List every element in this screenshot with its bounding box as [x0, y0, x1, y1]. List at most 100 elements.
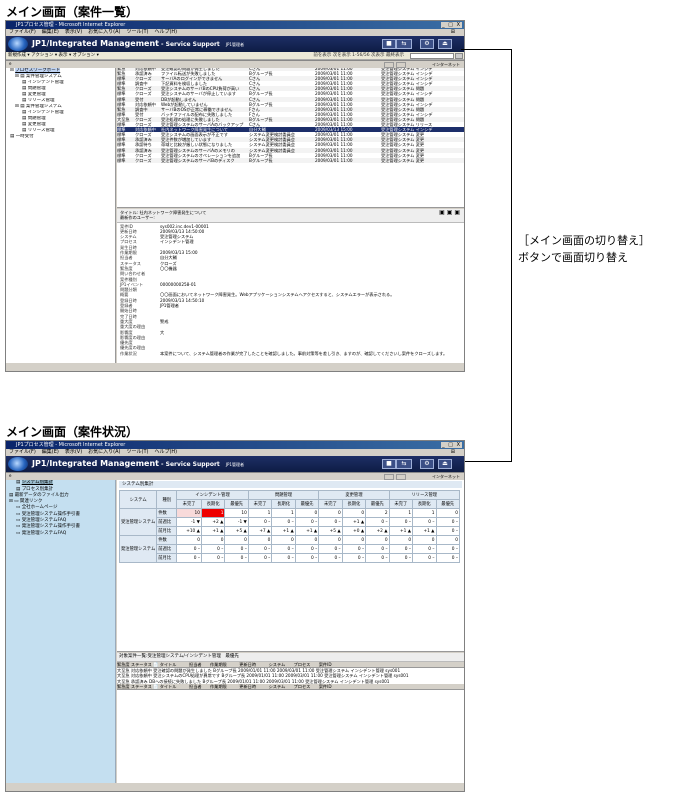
count-cell[interactable]: 0	[176, 535, 202, 545]
pager[interactable]: 前を表示 次を表示 1-56/56 次表示 最終表示	[313, 52, 404, 60]
count-cell[interactable]: 0 –	[435, 526, 460, 536]
menu-view[interactable]: 表示(V)	[65, 449, 82, 455]
count-cell[interactable]: 0 –	[365, 553, 390, 563]
detail-action-icons[interactable]: ▣ ▣ ▣	[439, 209, 460, 215]
count-cell[interactable]: 0 –	[224, 553, 249, 563]
count-cell[interactable]: 0 –	[271, 517, 296, 527]
count-cell[interactable]: 0 –	[318, 553, 343, 563]
count-cell[interactable]: 0	[412, 535, 437, 545]
count-cell[interactable]: 0 –	[271, 553, 296, 563]
count-cell[interactable]: 1	[412, 508, 437, 518]
switch-main-screen-button[interactable]: ⇆	[396, 39, 412, 49]
count-cell[interactable]: +2 ▲	[365, 526, 390, 536]
count-cell[interactable]: 0 –	[318, 544, 343, 554]
count-cell[interactable]: 0 –	[435, 517, 460, 527]
count-cell[interactable]: 0 –	[388, 517, 414, 527]
list-view-button[interactable]: ■	[382, 39, 396, 49]
count-cell[interactable]: 0 –	[271, 544, 296, 554]
count-cell[interactable]: 0 –	[247, 553, 273, 563]
settings-button[interactable]: ⚙	[420, 459, 434, 469]
count-cell[interactable]: 0	[294, 508, 320, 518]
count-cell[interactable]: +1 ▲	[341, 517, 367, 527]
tree-node[interactable]: ▤ 一時受付	[8, 134, 113, 140]
menu-tools[interactable]: ツール(T)	[127, 449, 149, 455]
count-cell[interactable]: +0 ▲	[341, 526, 367, 536]
count-cell[interactable]: 0 –	[294, 544, 320, 554]
count-cell[interactable]: 0	[435, 535, 460, 545]
count-cell[interactable]: 0	[435, 508, 460, 518]
count-cell[interactable]: 0 –	[176, 553, 202, 563]
count-cell[interactable]: 0	[341, 508, 367, 518]
count-cell[interactable]: 0 –	[294, 517, 320, 527]
menu-tools[interactable]: ツール(T)	[127, 29, 149, 35]
count-cell[interactable]: +2 ▲	[200, 517, 226, 527]
count-cell[interactable]: 0 –	[388, 544, 414, 554]
menu-view[interactable]: 表示(V)	[65, 29, 82, 35]
count-cell[interactable]: 0 –	[247, 517, 273, 527]
count-cell[interactable]: 1	[247, 508, 273, 518]
count-cell[interactable]: 0 –	[224, 544, 249, 554]
count-cell[interactable]: 0 –	[365, 544, 390, 554]
window-controls[interactable]: _ □ X	[441, 442, 462, 448]
menu-help[interactable]: ヘルプ(H)	[154, 29, 177, 35]
side-item[interactable]: ▭ 発注管理システムFAQ	[8, 531, 113, 537]
logout-button[interactable]: ⏏	[438, 459, 452, 469]
count-cell[interactable]: 0	[200, 535, 226, 545]
count-cell[interactable]: 1	[200, 508, 226, 518]
count-cell[interactable]: +1 ▲	[200, 526, 226, 536]
count-cell[interactable]: 0 –	[412, 553, 437, 563]
window-controls[interactable]: _ □ X	[441, 22, 462, 28]
menu-favorites[interactable]: お気に入り(A)	[88, 29, 120, 35]
count-cell[interactable]: 0	[294, 535, 320, 545]
count-cell[interactable]: 0 –	[341, 553, 367, 563]
settings-button[interactable]: ⚙	[420, 39, 434, 49]
count-cell[interactable]: 0 –	[365, 517, 390, 527]
count-cell[interactable]: 0 –	[318, 517, 343, 527]
count-cell[interactable]: +1 ▲	[294, 526, 320, 536]
table-row[interactable]: 標準 クローズ 受注管理システムのサーバBのディスク Bグループ長 2009/03/01…	[117, 157, 464, 163]
count-cell[interactable]: 0 –	[341, 544, 367, 554]
search-input[interactable]	[410, 53, 454, 59]
logout-button[interactable]: ⏏	[438, 39, 452, 49]
count-cell[interactable]: +5 ▲	[224, 526, 249, 536]
count-cell[interactable]: -1 ▼	[176, 517, 202, 527]
count-cell[interactable]: 0	[318, 535, 343, 545]
count-cell[interactable]: 0	[341, 535, 367, 545]
count-cell[interactable]: 0	[365, 535, 390, 545]
search-button[interactable]	[455, 53, 463, 59]
count-cell[interactable]: +10 ▲	[176, 526, 202, 536]
count-cell[interactable]: 0	[224, 535, 249, 545]
count-cell[interactable]: 0 –	[412, 517, 437, 527]
menu-help[interactable]: ヘルプ(H)	[154, 449, 177, 455]
menu-file[interactable]: ファイル(F)	[9, 29, 36, 35]
count-cell[interactable]: +1 ▲	[271, 526, 296, 536]
menu-edit[interactable]: 編集(E)	[42, 449, 59, 455]
list-view-button[interactable]: ■	[382, 459, 396, 469]
count-cell[interactable]: 0	[271, 535, 296, 545]
count-cell[interactable]: 2	[365, 508, 390, 518]
count-cell[interactable]: 0	[388, 535, 414, 545]
count-cell[interactable]: 0 –	[176, 544, 202, 554]
count-cell[interactable]: 10	[224, 508, 249, 518]
count-cell[interactable]: 0 –	[200, 553, 226, 563]
count-cell[interactable]: +1 ▲	[412, 526, 437, 536]
count-cell[interactable]: 0 –	[412, 544, 437, 554]
count-cell[interactable]: +7 ▲	[247, 526, 273, 536]
menu-file[interactable]: ファイル(F)	[9, 449, 36, 455]
count-cell[interactable]: +5 ▲	[318, 526, 343, 536]
toolbar-menus[interactable]: 新規作成 ▾ アクション ▾ 表示 ▾ オプション ▾	[8, 53, 99, 58]
count-cell[interactable]: 0 –	[247, 544, 273, 554]
count-cell[interactable]: 0	[247, 535, 273, 545]
count-cell[interactable]: 0 –	[388, 553, 414, 563]
count-cell[interactable]: +1 ▲	[388, 526, 414, 536]
count-cell[interactable]: 1	[271, 508, 296, 518]
count-cell[interactable]: 0 –	[435, 544, 460, 554]
count-cell[interactable]: 0	[318, 508, 343, 518]
menu-favorites[interactable]: お気に入り(A)	[88, 449, 120, 455]
menu-edit[interactable]: 編集(E)	[42, 29, 59, 35]
switch-main-screen-button[interactable]: ⇆	[396, 459, 412, 469]
count-cell[interactable]: 0 –	[435, 553, 460, 563]
count-cell[interactable]: 0 –	[294, 553, 320, 563]
count-cell[interactable]: 10	[176, 508, 202, 518]
count-cell[interactable]: -1 ▼	[224, 517, 249, 527]
